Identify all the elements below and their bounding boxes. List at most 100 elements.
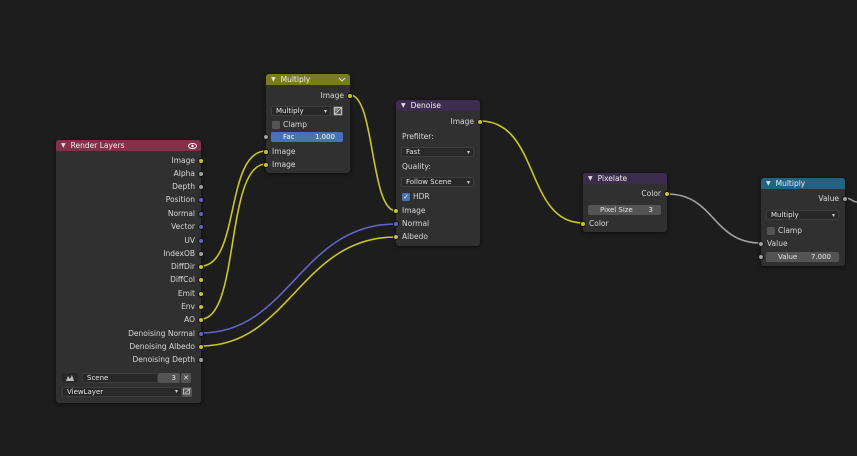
- pixelate-output-color-socket[interactable]: [664, 190, 670, 197]
- pixelate-input-color: Color: [580, 217, 667, 230]
- mix-multiply-title: Multiply: [280, 75, 311, 84]
- collapse-chevron-icon[interactable]: ▼: [588, 175, 593, 182]
- chevron-down-icon[interactable]: [338, 74, 346, 85]
- link-denoising-normal-to-denoise-normal: [200, 223, 397, 334]
- mix-input-image-a-socket[interactable]: [263, 148, 269, 155]
- denoise-header[interactable]: ▼ Denoise: [396, 100, 480, 111]
- math-clamp-row[interactable]: Clamp: [761, 224, 845, 237]
- render-layers-output-denoising-depth: Denoising Depth: [56, 353, 204, 366]
- render-layers-output-ao-socket[interactable]: [198, 316, 204, 323]
- math-value-field[interactable]: Value 7.000: [766, 252, 839, 262]
- pixelate-header[interactable]: ▼ Pixelate: [583, 173, 667, 184]
- chevron-down-icon: ▾: [831, 211, 835, 219]
- denoise-title: Denoise: [410, 101, 441, 110]
- render-layers-output-normal-socket[interactable]: [198, 210, 204, 217]
- mix-input-image-b-socket[interactable]: [263, 161, 269, 168]
- collapse-chevron-icon[interactable]: ▼: [766, 180, 771, 187]
- mix-fac-socket[interactable]: [263, 134, 269, 140]
- link-multiply-to-denoise-image: [349, 94, 397, 212]
- render-layers-output-env-socket[interactable]: [198, 303, 204, 310]
- use-alpha-icon[interactable]: [333, 106, 343, 116]
- pixel-size-field[interactable]: Pixel Size 3: [588, 205, 661, 215]
- pixelate-input-color-socket[interactable]: [580, 220, 586, 227]
- render-layers-output-emit-socket[interactable]: [198, 290, 204, 297]
- render-layers-node[interactable]: ▼ Render Layers Image Alpha Depth Position N…: [56, 140, 204, 403]
- denoise-input-image: Image: [393, 204, 480, 217]
- denoise-quality-select[interactable]: Follow Scene ▾: [401, 177, 474, 187]
- render-layer-icon[interactable]: [182, 386, 192, 397]
- denoise-input-normal-socket[interactable]: [393, 220, 399, 227]
- view-layer-row: ViewLayer ▾: [56, 385, 201, 398]
- render-layers-output-denoising-albedo-socket[interactable]: [198, 343, 204, 350]
- render-layers-output-position-socket[interactable]: [198, 196, 204, 203]
- chevron-down-icon: ▾: [174, 388, 178, 395]
- render-layers-output-ao: AO: [56, 313, 204, 326]
- render-layers-output-depth-socket[interactable]: [198, 183, 204, 190]
- render-layers-output-denoising-normal: Denoising Normal: [56, 327, 204, 340]
- scene-name-field[interactable]: Scene: [82, 372, 158, 383]
- pixelate-title: Pixelate: [597, 174, 628, 183]
- collapse-chevron-icon[interactable]: ▼: [61, 142, 66, 149]
- math-input-value-socket[interactable]: [758, 240, 764, 247]
- mix-output-image-socket[interactable]: [347, 92, 353, 99]
- denoise-input-image-socket[interactable]: [393, 207, 399, 214]
- render-layers-output-alpha-socket[interactable]: [198, 170, 204, 177]
- render-layers-output-indexob-socket[interactable]: [198, 250, 204, 257]
- render-layers-output-image: Image: [56, 154, 204, 167]
- denoise-prefilter-select[interactable]: Fast ▾: [401, 147, 474, 157]
- collapse-chevron-icon[interactable]: ▼: [271, 76, 276, 83]
- denoise-output-image: Image: [396, 115, 483, 128]
- render-layers-output-env: Env: [56, 300, 204, 313]
- mix-input-image-b: Image: [263, 158, 350, 171]
- node-editor-canvas[interactable]: ▼ Render Layers Image Alpha Depth Position N…: [0, 0, 857, 456]
- math-output-value-socket[interactable]: [842, 195, 848, 202]
- collapse-chevron-icon[interactable]: ▼: [401, 102, 406, 109]
- scene-name: Scene: [87, 373, 109, 382]
- render-layers-output-diffcol-socket[interactable]: [198, 276, 204, 283]
- render-layers-output-depth: Depth: [56, 180, 204, 193]
- mix-input-image-a: Image: [263, 145, 350, 158]
- denoise-input-albedo: Albedo: [393, 230, 480, 243]
- mix-multiply-header[interactable]: ▼ Multiply: [266, 74, 350, 85]
- render-layers-output-diffdir-socket[interactable]: [198, 263, 204, 270]
- eye-icon[interactable]: [188, 140, 197, 151]
- render-layers-output-denoising-depth-socket[interactable]: [198, 356, 204, 363]
- render-layers-output-uv-socket[interactable]: [198, 237, 204, 244]
- mix-clamp-row[interactable]: Clamp: [266, 118, 350, 131]
- mix-multiply-node[interactable]: ▼ Multiply Image Multiply ▾ Clamp Fac 1.…: [263, 74, 353, 173]
- render-layers-output-normal: Normal: [56, 207, 204, 220]
- math-multiply-node[interactable]: ▼ Multiply Value Multiply ▾ Clamp Value …: [758, 178, 848, 266]
- math-input-value: Value: [758, 237, 845, 250]
- link-denoising-albedo-to-denoise-albedo: [200, 236, 397, 347]
- denoise-node[interactable]: ▼ Denoise Image Prefilter: Fast ▾ Qualit…: [393, 100, 483, 246]
- pixelate-node[interactable]: ▼ Pixelate Color Pixel Size 3 Color: [580, 173, 670, 232]
- math-clamp-checkbox[interactable]: [767, 226, 775, 235]
- unlink-scene-close-icon[interactable]: ✕: [181, 372, 191, 383]
- math-multiply-header[interactable]: ▼ Multiply: [761, 178, 845, 189]
- pixelate-output-color: Color: [583, 187, 670, 200]
- denoise-output-image-socket[interactable]: [477, 118, 483, 125]
- chevron-down-icon: ▾: [466, 178, 470, 186]
- hdr-checkbox-checkmark-icon[interactable]: ✓: [402, 192, 410, 201]
- math-operation-select[interactable]: Multiply ▾: [766, 210, 839, 220]
- denoise-hdr-row[interactable]: ✓ HDR: [396, 190, 480, 203]
- chevron-down-icon: ▾: [466, 148, 470, 156]
- scene-icon[interactable]: [62, 372, 78, 383]
- render-layers-output-diffdir: DiffDir: [56, 260, 204, 273]
- render-layers-output-uv: UV: [56, 234, 204, 247]
- mix-blend-mode-select[interactable]: Multiply ▾: [271, 106, 331, 116]
- scene-users-count[interactable]: 3: [158, 372, 180, 383]
- render-layers-header[interactable]: ▼ Render Layers: [56, 140, 201, 151]
- render-layers-output-indexob: IndexOB: [56, 247, 204, 260]
- render-layers-output-denoising-albedo: Denoising Albedo: [56, 340, 204, 353]
- render-layers-output-image-socket[interactable]: [198, 157, 204, 164]
- view-layer-select[interactable]: ViewLayer ▾: [62, 386, 182, 397]
- denoise-input-normal: Normal: [393, 217, 480, 230]
- denoise-input-albedo-socket[interactable]: [393, 233, 399, 240]
- math-value-field-socket[interactable]: [758, 254, 764, 260]
- render-layers-output-vector: Vector: [56, 220, 204, 233]
- mix-fac-slider[interactable]: Fac 1.000: [271, 132, 343, 142]
- mix-clamp-checkbox[interactable]: [272, 120, 280, 129]
- render-layers-output-vector-socket[interactable]: [198, 223, 204, 230]
- render-layers-output-denoising-normal-socket[interactable]: [198, 330, 204, 337]
